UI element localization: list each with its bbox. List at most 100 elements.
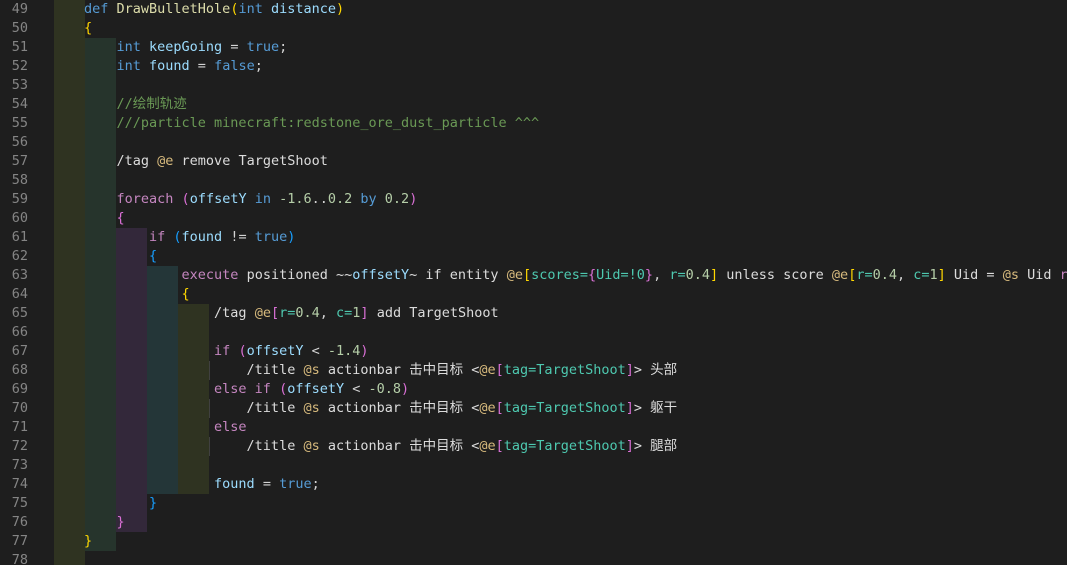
code-text[interactable]: {: [84, 247, 157, 266]
code-line[interactable]: 63 execute positioned ~~offsetY~ if enti…: [0, 266, 1067, 285]
code-line[interactable]: 67 if (offsetY < -1.4): [0, 342, 1067, 361]
code-line[interactable]: 62 {: [0, 247, 1067, 266]
line-number: 72: [11, 438, 28, 454]
code-line[interactable]: 56: [0, 133, 1067, 152]
code-text[interactable]: found = true;: [84, 475, 320, 494]
code-text[interactable]: int keepGoing = true;: [84, 38, 288, 57]
code-token: [: [522, 267, 532, 283]
code-line[interactable]: 68 /title @s actionbar 击中目标 <@e[tag=Targ…: [0, 361, 1067, 380]
code-line[interactable]: 51 int keepGoing = true;: [0, 38, 1067, 57]
code-text[interactable]: foreach (offsetY in -1.6..0.2 by 0.2): [84, 190, 418, 209]
code-text[interactable]: else if (offsetY < -0.8): [84, 380, 409, 399]
code-token: positioned ~~: [246, 267, 353, 283]
code-token: -0.8: [368, 381, 402, 397]
code-text[interactable]: def DrawBulletHole(int distance): [84, 0, 344, 19]
code-text[interactable]: }: [84, 532, 92, 551]
code-token: foreach: [84, 191, 182, 207]
code-token: [: [495, 362, 504, 378]
code-text[interactable]: ///particle minecraft:redstone_ore_dust_…: [84, 114, 540, 133]
code-token: }: [84, 514, 125, 530]
code-token: true: [254, 229, 288, 245]
code-text[interactable]: {: [84, 285, 190, 304]
indent-highlight: [54, 456, 85, 475]
code-token: > 躯干: [633, 400, 678, 416]
indent-highlight: [54, 38, 85, 57]
code-token: 0.2: [384, 191, 410, 207]
code-text[interactable]: }: [84, 494, 157, 513]
code-line[interactable]: 54 //绘制轨迹: [0, 95, 1067, 114]
code-line[interactable]: 78: [0, 551, 1067, 565]
code-line[interactable]: 64 {: [0, 285, 1067, 304]
code-text[interactable]: /tag @e remove TargetShoot: [84, 152, 328, 171]
code-line[interactable]: 59 foreach (offsetY in -1.6..0.2 by 0.2): [0, 190, 1067, 209]
code-token: tag=TargetShoot: [503, 400, 626, 416]
indent-highlight: [54, 19, 85, 38]
indent-highlight: [85, 456, 116, 475]
code-text[interactable]: /title @s actionbar 击中目标 <@e[tag=TargetS…: [84, 437, 678, 456]
code-text[interactable]: if (found != true): [84, 228, 295, 247]
code-line[interactable]: 55 ///particle minecraft:redstone_ore_du…: [0, 114, 1067, 133]
code-text[interactable]: /title @s actionbar 击中目标 <@e[tag=TargetS…: [84, 361, 678, 380]
code-line[interactable]: 75 }: [0, 494, 1067, 513]
code-line[interactable]: 69 else if (offsetY < -0.8): [0, 380, 1067, 399]
code-token: r=: [279, 305, 296, 321]
code-text[interactable]: //绘制轨迹: [84, 95, 187, 114]
code-token: offsetY: [352, 267, 410, 283]
code-line[interactable]: 76 }: [0, 513, 1067, 532]
code-token: {: [84, 210, 125, 226]
code-token: ,: [319, 305, 337, 321]
code-token: scores=: [531, 267, 588, 283]
code-text[interactable]: {: [84, 19, 92, 38]
code-line[interactable]: 65 /tag @e[r=0.4, c=1] add TargetShoot: [0, 304, 1067, 323]
code-line[interactable]: 60 {: [0, 209, 1067, 228]
code-token: tag=TargetShoot: [503, 362, 626, 378]
indent-highlight: [54, 247, 85, 266]
code-text[interactable]: /tag @e[r=0.4, c=1] add TargetShoot: [84, 304, 499, 323]
indent-highlight: [85, 76, 116, 95]
indent-highlight: [54, 209, 85, 228]
code-text[interactable]: else: [84, 418, 247, 437]
code-token: offsetY: [287, 381, 345, 397]
line-number: 56: [11, 134, 28, 150]
code-token: actionbar 击中目标 <: [319, 362, 480, 378]
code-token: [: [495, 400, 504, 416]
code-editor[interactable]: 49 def DrawBulletHole(int distance) 50{51 …: [0, 0, 1067, 565]
code-token: Uid =: [945, 267, 1003, 283]
code-line[interactable]: 77}: [0, 532, 1067, 551]
code-line[interactable]: 57 /tag @e remove TargetShoot: [0, 152, 1067, 171]
code-line[interactable]: 58: [0, 171, 1067, 190]
code-line[interactable]: 72 /title @s actionbar 击中目标 <@e[tag=Targ…: [0, 437, 1067, 456]
code-line[interactable]: 49 def DrawBulletHole(int distance): [0, 0, 1067, 19]
code-text[interactable]: execute positioned ~~offsetY~ if entity …: [84, 266, 1067, 285]
indent-highlight: [178, 323, 209, 342]
code-text[interactable]: }: [84, 513, 125, 532]
code-text[interactable]: if (offsetY < -1.4): [84, 342, 369, 361]
line-number: 65: [11, 305, 28, 321]
code-token: @s: [303, 400, 320, 416]
code-line[interactable]: 66: [0, 323, 1067, 342]
code-token: <: [303, 343, 328, 359]
code-text[interactable]: /title @s actionbar 击中目标 <@e[tag=TargetS…: [84, 399, 678, 418]
code-token: @e: [479, 400, 496, 416]
code-token: @e: [831, 267, 849, 283]
code-line[interactable]: 61 if (found != true): [0, 228, 1067, 247]
code-token: @e: [506, 267, 523, 283]
code-text[interactable]: int found = false;: [84, 57, 263, 76]
code-line[interactable]: 73: [0, 456, 1067, 475]
code-text[interactable]: {: [84, 209, 125, 228]
code-token: }: [84, 533, 93, 549]
indent-highlight: [54, 323, 85, 342]
code-token: <: [344, 381, 369, 397]
code-line[interactable]: 52 int found = false;: [0, 57, 1067, 76]
code-line[interactable]: 50 {: [0, 19, 1067, 38]
code-line[interactable]: 71 else: [0, 418, 1067, 437]
code-line[interactable]: 53: [0, 76, 1067, 95]
indent-highlight: [54, 513, 85, 532]
line-number: 63: [11, 267, 28, 283]
code-token: int: [238, 1, 263, 17]
code-token: 0.4: [872, 267, 897, 283]
code-token: found: [149, 58, 190, 74]
code-line[interactable]: 70 /title @s actionbar 击中目标 <@e[tag=Targ…: [0, 399, 1067, 418]
code-line[interactable]: 74 found = true;: [0, 475, 1067, 494]
code-token: ,: [896, 267, 914, 283]
